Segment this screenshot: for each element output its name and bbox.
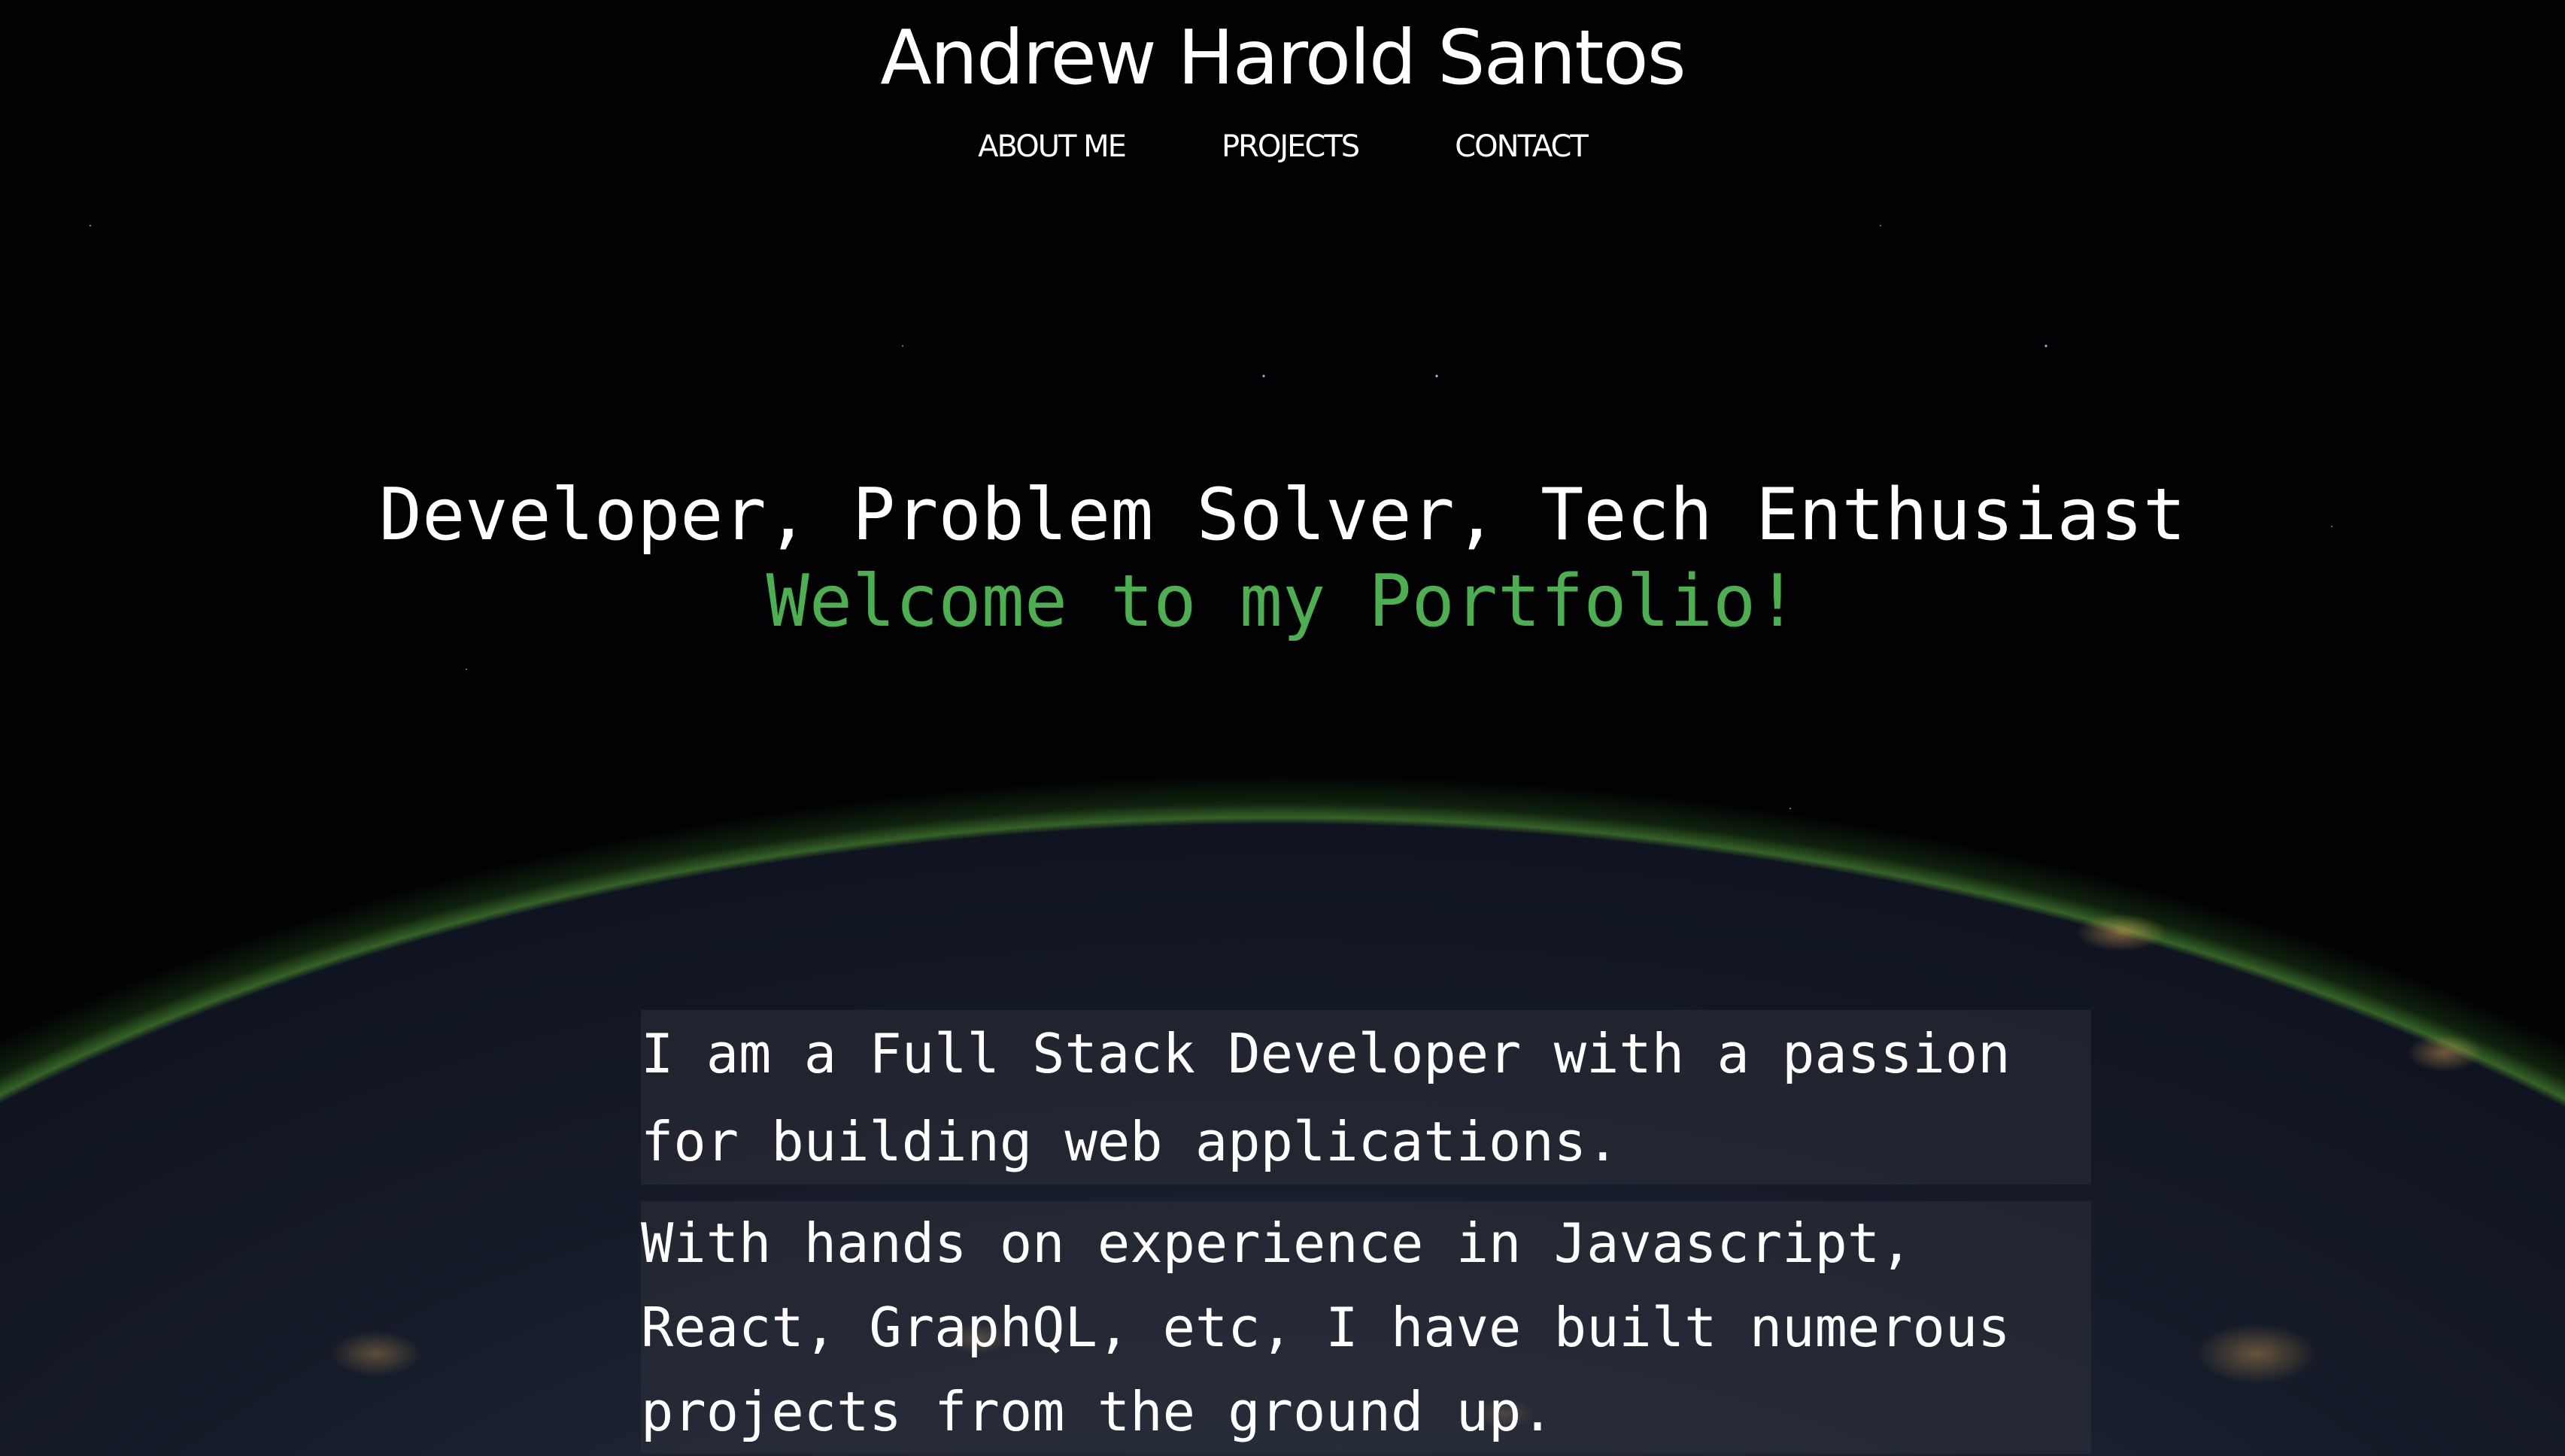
about-box-2: With hands on experience in Javascript, … xyxy=(641,1201,2091,1454)
site-title: Andrew Harold Santos xyxy=(880,14,1686,102)
hero-tagline: Developer, Problem Solver, Tech Enthusia… xyxy=(378,474,2187,557)
about-box-1: I am a Full Stack Developer with a passi… xyxy=(641,1010,2091,1185)
nav-contact[interactable]: CONTACT xyxy=(1455,129,1589,164)
about-paragraph: I am a Full Stack Developer with a passi… xyxy=(641,1022,2011,1173)
hero-welcome: Welcome to my Portfolio! xyxy=(766,560,1799,643)
nav-projects[interactable]: PROJECTS xyxy=(1222,129,1360,164)
main-nav: ABOUT ME PROJECTS CONTACT xyxy=(0,129,2565,164)
nav-about-me[interactable]: ABOUT ME xyxy=(978,129,1127,164)
about-paragraph: With hands on experience in Javascript, … xyxy=(641,1212,2011,1443)
